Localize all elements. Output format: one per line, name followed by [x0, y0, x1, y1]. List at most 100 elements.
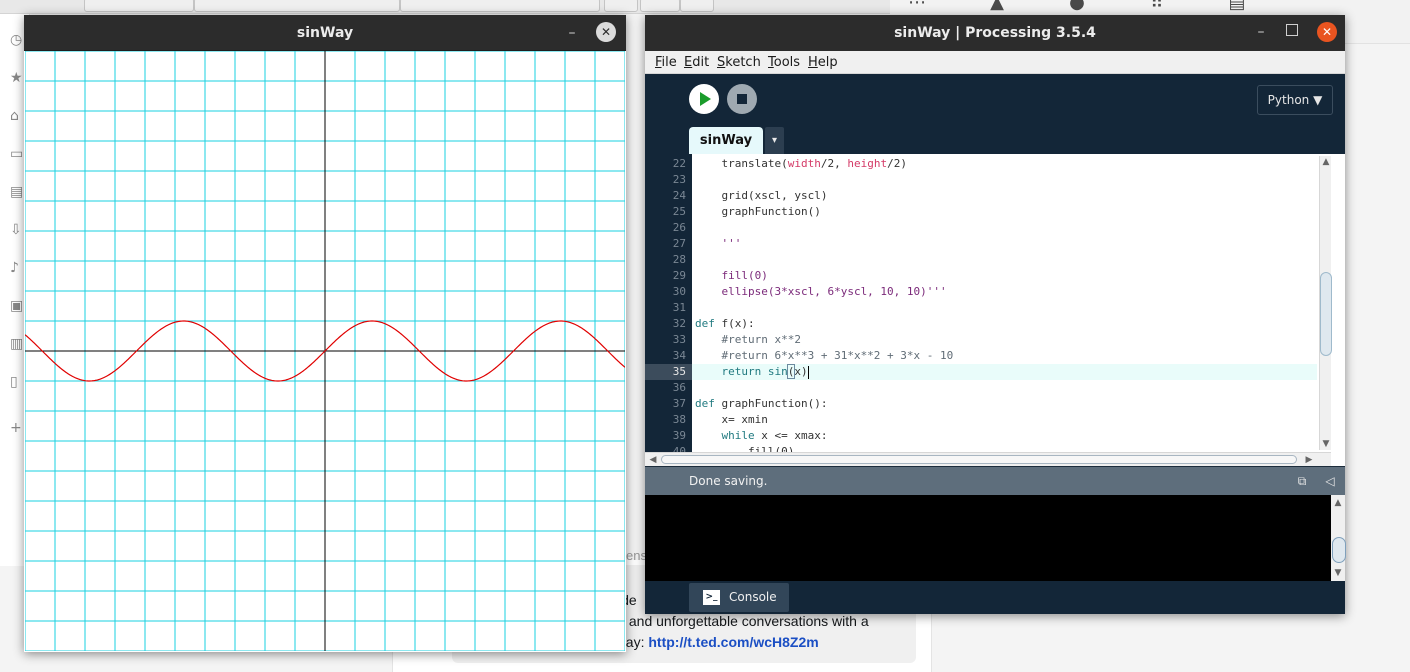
code-line[interactable]: 23 — [645, 172, 1317, 188]
scroll-down-arrow[interactable]: ▼ — [1320, 438, 1332, 450]
code-line[interactable]: 36 — [645, 380, 1317, 396]
browser-tab[interactable] — [400, 0, 600, 12]
code-text: fill(0) — [695, 445, 795, 452]
sine-plot — [24, 50, 626, 652]
code-text: grid(xscl, yscl) — [695, 189, 828, 202]
editor-vertical-scrollbar[interactable]: ▲ ▼ — [1319, 156, 1332, 450]
scroll-left-arrow[interactable]: ◀ — [647, 454, 659, 466]
ide-title: sinWay | Processing 3.5.4 — [894, 25, 1096, 41]
close-button[interactable]: ✕ — [596, 22, 616, 42]
code-line[interactable]: 26 — [645, 220, 1317, 236]
code-line[interactable]: 39 while x <= xmax: — [645, 428, 1317, 444]
scroll-up-arrow[interactable]: ▲ — [1332, 497, 1344, 509]
console-scrollbar[interactable]: ▲ ▼ — [1331, 495, 1346, 581]
code-line[interactable]: 31 — [645, 300, 1317, 316]
console-tab-label: Console — [729, 590, 777, 604]
status-bar: Done saving. ⧉ ◁ — [645, 467, 1345, 495]
mode-selector[interactable]: Python ▼ — [1257, 85, 1333, 115]
minimize-button[interactable]: – — [562, 23, 582, 43]
tweet-link[interactable]: http://t.ted.com/wcH8Z2m — [648, 634, 818, 650]
sketch-window: sinWay – ✕ — [24, 15, 626, 652]
sketch-canvas[interactable] — [24, 50, 626, 652]
scroll-right-arrow[interactable]: ▶ — [1303, 454, 1315, 466]
browser-tab[interactable] — [194, 0, 400, 12]
menu-bar: File Edit Sketch Tools Help — [645, 51, 1345, 74]
line-number: 22 — [672, 157, 686, 170]
play-icon — [700, 92, 711, 106]
copy-icon[interactable]: ⧉ — [1294, 473, 1310, 489]
code-text: ellipse(3*xscl, 6*yscl, 10, 10)''' — [695, 285, 947, 298]
menu-edit[interactable]: Edit — [684, 53, 709, 73]
status-message: Done saving. — [689, 474, 768, 488]
code-line[interactable]: 40 fill(0) — [645, 444, 1317, 452]
code-text: #return 6*x**3 + 31*x**2 + 3*x - 10 — [695, 349, 954, 362]
more-icon[interactable]: ⋯ — [906, 0, 928, 12]
code-line[interactable]: 30 ellipse(3*xscl, 6*yscl, 10, 10)''' — [645, 284, 1317, 300]
code-text: translate(width/2, height/2) — [695, 157, 907, 170]
sketch-titlebar[interactable]: sinWay – ✕ — [24, 15, 626, 51]
ide-titlebar[interactable]: sinWay | Processing 3.5.4 – ✕ — [645, 15, 1345, 51]
bell-icon[interactable]: ▲ — [986, 0, 1008, 12]
sketch-tab-row: sinWay ▾ — [645, 125, 1345, 154]
browser-tab[interactable] — [604, 0, 638, 12]
panel-icon[interactable]: ▤ — [1226, 0, 1248, 12]
code-line[interactable]: 33 #return x**2 — [645, 332, 1317, 348]
text-caret — [807, 365, 809, 379]
browser-tab-strip — [0, 0, 890, 14]
line-number: 30 — [672, 285, 686, 298]
editor-horizontal-scrollbar[interactable]: ◀ ▶ — [645, 452, 1331, 466]
code-line[interactable]: 28 — [645, 252, 1317, 268]
code-text: x= xmin — [695, 413, 768, 426]
tab-sinway[interactable]: sinWay — [689, 127, 763, 154]
tab-menu-button[interactable]: ▾ — [765, 127, 784, 154]
maximize-button[interactable] — [1286, 24, 1298, 36]
line-number: 36 — [672, 381, 686, 394]
line-number: 24 — [672, 189, 686, 202]
stop-button[interactable] — [727, 84, 757, 114]
run-button[interactable] — [689, 84, 719, 114]
code-lines[interactable]: 22 translate(width/2, height/2) 23 24 grid… — [645, 156, 1317, 452]
code-line[interactable]: 22 translate(width/2, height/2) — [645, 156, 1317, 172]
code-line[interactable]: 29 fill(0) — [645, 268, 1317, 284]
browser-tab[interactable] — [84, 0, 194, 12]
code-line[interactable]: 37 def graphFunction(): — [645, 396, 1317, 412]
scroll-up-arrow[interactable]: ▲ — [1320, 156, 1332, 168]
code-line[interactable]: 27 ''' — [645, 236, 1317, 252]
code-line[interactable]: 32 def f(x): — [645, 316, 1317, 332]
menu-tools[interactable]: Tools — [768, 53, 800, 73]
close-button[interactable]: ✕ — [1317, 22, 1337, 42]
code-text: return sin(x) — [695, 364, 809, 379]
minimize-button[interactable]: – — [1251, 22, 1271, 42]
code-line[interactable]: 25 graphFunction() — [645, 204, 1317, 220]
menu-sketch[interactable]: Sketch — [717, 53, 761, 73]
console-tab[interactable]: >_ Console — [689, 583, 789, 612]
avatar[interactable]: ● — [1066, 0, 1088, 12]
line-number: 23 — [672, 173, 686, 186]
line-number: 27 — [672, 237, 686, 250]
menu-file[interactable]: File — [655, 53, 677, 73]
menu-help[interactable]: Help — [808, 53, 838, 73]
code-line[interactable]: 34 #return 6*x**3 + 31*x**2 + 3*x - 10 — [645, 348, 1317, 364]
code-line[interactable]: 38 x= xmin — [645, 412, 1317, 428]
code-text: def graphFunction(): — [695, 397, 828, 410]
footer-tabs: >_ Console — [645, 581, 1345, 614]
scrollbar-thumb[interactable] — [1320, 272, 1332, 356]
browser-tab[interactable] — [640, 0, 680, 12]
code-line[interactable]: 24 grid(xscl, yscl) — [645, 188, 1317, 204]
scrollbar-thumb[interactable] — [661, 455, 1297, 464]
collapse-icon[interactable]: ◁ — [1322, 473, 1338, 489]
line-number: 39 — [672, 429, 686, 442]
line-number: 32 — [672, 317, 686, 330]
line-number: 34 — [672, 349, 686, 362]
code-text: fill(0) — [695, 269, 768, 282]
scrollbar-thumb[interactable] — [1332, 537, 1346, 563]
scroll-down-arrow[interactable]: ▼ — [1332, 567, 1344, 579]
code-editor[interactable]: 22 translate(width/2, height/2) 23 24 grid… — [645, 154, 1345, 466]
browser-tab[interactable] — [680, 0, 714, 12]
code-line[interactable]: 35 return sin(x) — [645, 364, 1317, 380]
console-output[interactable]: ▲ ▼ — [645, 495, 1346, 581]
line-number: 28 — [672, 253, 686, 266]
apps-grid-icon[interactable]: ⠿ — [1146, 0, 1168, 12]
line-number: 31 — [672, 301, 686, 314]
line-number: 29 — [672, 269, 686, 282]
